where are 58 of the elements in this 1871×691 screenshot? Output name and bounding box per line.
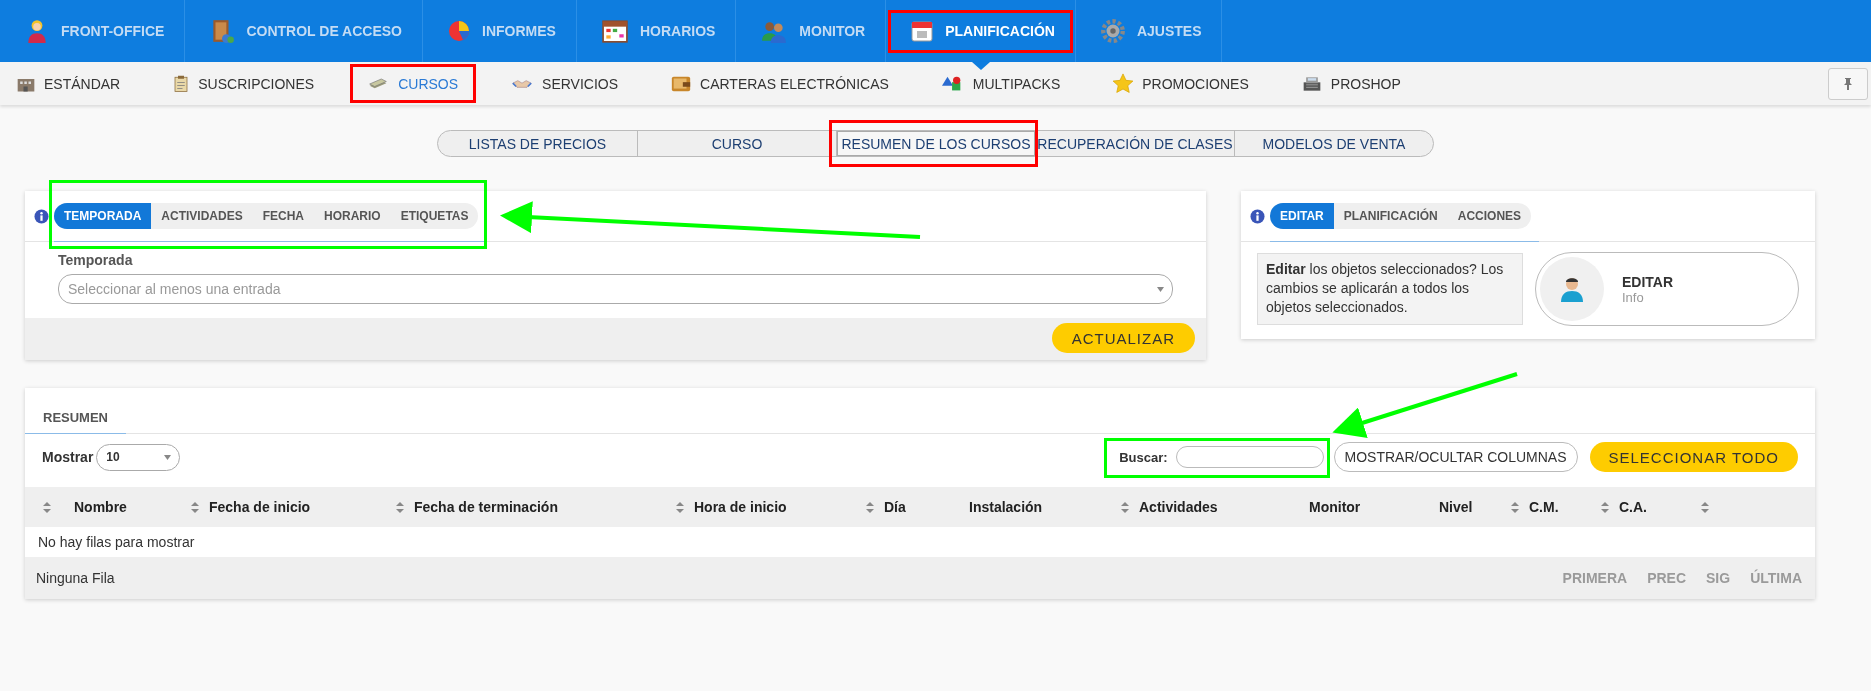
search-label: Buscar: [1119,449,1168,465]
info-icon [1250,208,1265,224]
pin-icon [1843,77,1853,90]
column-header[interactable]: Día [884,499,906,515]
column-header[interactable]: C.M. [1529,499,1559,515]
action-title: EDITAR [1622,273,1674,290]
filter-tab[interactable]: ETIQUETAS [390,202,479,229]
dropdown-arrow-icon [1157,286,1164,292]
select-all-button[interactable]: SELECCIONAR TODO [1589,442,1798,472]
menu-tab[interactable]: CARTERAS ELECTRÓNICAS [658,67,903,100]
columns-button[interactable]: MOSTRAR/OCULTAR COLUMNAS [1333,442,1578,472]
column-header[interactable]: C.A. [1619,499,1647,515]
column-header[interactable]: Nombre [74,499,127,515]
column-header[interactable]: Monitor [1309,499,1361,515]
view-tab[interactable]: LISTAS DE PRECIOS [438,131,637,156]
calendar-icon [910,18,935,44]
column-header[interactable]: Fecha de terminación [414,499,558,515]
menu-tab[interactable]: PROMOCIONES [1100,67,1263,100]
column-header[interactable]: Nivel [1439,499,1473,515]
menu-tab[interactable]: SERVICIOS [498,67,633,100]
view-tab[interactable]: MODELOS DE VENTA [1234,131,1433,156]
menu-tab[interactable]: SUSCRIPCIONES [160,67,329,100]
show-label: Mostrar [42,449,94,465]
dropdown-arrow-icon [164,454,172,460]
info-icon [34,208,49,224]
menu-tab[interactable]: CURSOS [354,67,473,100]
gear-icon [1099,18,1126,44]
empty-message: No hay filas para mostrar [37,533,196,552]
filter-tab[interactable]: PLANIFICACIÓN [1333,202,1448,229]
calendar-icon [600,18,629,44]
filter-tab[interactable]: ACCIONES [1447,202,1532,229]
description-text: Editar los objetos seleccionados? Los cambios se aplicarán a todos los objetos seleccionados. [1257,253,1523,325]
menu-tab[interactable]: PROSHOP [1288,67,1415,100]
update-button[interactable]: ACTUALIZAR [1051,323,1195,353]
star-icon [1112,72,1135,95]
column-header[interactable]: Instalación [969,499,1043,515]
pin-button[interactable] [1828,67,1868,100]
search-field[interactable] [1175,446,1324,468]
filter-tab[interactable]: EDITAR [1270,202,1334,229]
filter-tab[interactable]: FECHA [252,202,315,229]
pie-chart-icon [447,19,471,43]
clipboard-icon [172,73,191,94]
column-header[interactable]: Fecha de inicio [209,499,311,515]
menu-tab[interactable]: ESTÁNDAR [4,67,135,100]
filter-tab[interactable]: HORARIO [314,202,391,229]
field-label: Temporada [58,252,134,268]
filter-tab[interactable]: TEMPORADA [54,202,152,229]
row-count-text: Ninguna Fila [36,570,115,586]
view-tab[interactable]: RECUPERACIÓN DE CLASES [1035,131,1234,156]
column-header[interactable]: Hora de inicio [694,499,787,515]
user-icon [1560,276,1584,302]
menu-tab[interactable]: MULTIPACKS [928,67,1075,100]
action-subtitle: Info [1622,289,1645,305]
column-header[interactable]: Actividades [1139,499,1218,515]
view-tab[interactable]: RESUMEN DE LOS CURSOS [836,131,1035,156]
nav-tab[interactable]: PLANIFICACIÓN [892,13,1069,49]
summary-tab[interactable]: RESUMEN [25,410,126,434]
filter-tab[interactable]: ACTIVIDADES [151,202,253,229]
